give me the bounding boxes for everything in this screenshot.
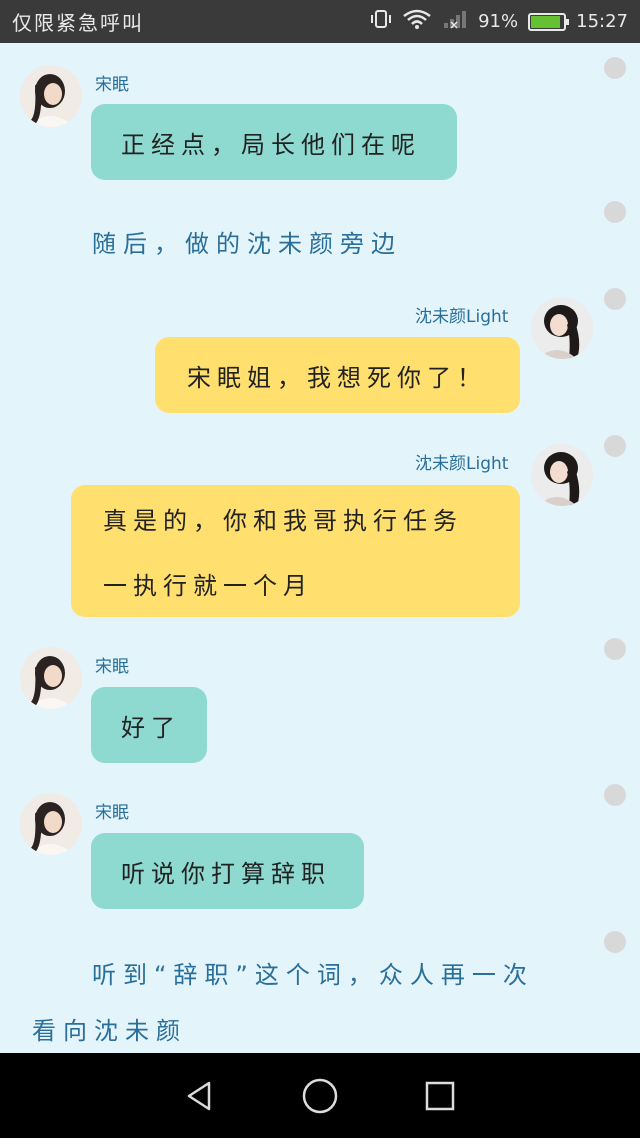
message-bubble[interactable]: 好了 [91,687,207,763]
sender-name: 宋眠 [95,657,129,677]
avatar-shenweiyan[interactable] [531,444,593,506]
sender-name: 沈未颜Light [415,454,509,474]
avatar-songmian[interactable] [20,647,82,709]
sender-name: 宋眠 [95,75,129,95]
message-marker-dot[interactable] [604,784,626,806]
message-text: 好了 [121,713,181,742]
sender-name: 沈未颜Light [415,307,509,327]
avatar-songmian[interactable] [20,793,82,855]
message-bubble[interactable]: 真是的，你和我哥执行任务 一执行就一个月 [71,485,520,617]
clock: 15:27 [576,11,628,32]
home-circle-icon[interactable] [300,1076,340,1116]
message-bubble[interactable]: 正经点，局长他们在呢 [91,104,457,180]
recents-square-icon[interactable] [420,1076,460,1116]
message-marker-dot[interactable] [604,435,626,457]
message-marker-dot[interactable] [604,57,626,79]
message-text-line: 一执行就一个月 [103,572,313,600]
message-marker-dot[interactable] [604,931,626,953]
narration-text-line: 看向沈未颜 [32,1017,187,1045]
message-marker-dot[interactable] [604,201,626,223]
message-marker-dot[interactable] [604,288,626,310]
sender-name: 宋眠 [95,803,129,823]
message-text-line: 真是的，你和我哥执行任务 [103,507,463,535]
message-marker-dot[interactable] [604,638,626,660]
vibrate-icon [370,8,392,35]
message-text: 听说你打算辞职 [121,859,331,888]
navigation-bar [0,1053,640,1138]
carrier-text: 仅限紧急呼叫 [12,11,144,35]
back-triangle-icon[interactable] [180,1076,220,1116]
status-bar: 仅限紧急呼叫 91% 15:27 [0,0,640,43]
message-bubble[interactable]: 宋眠姐，我想死你了！ [155,337,520,413]
battery-percent: 91% [478,11,519,32]
narration-text-line: 听到“辞职”这个词，众人再一次 [92,961,534,989]
signal-icon [442,8,468,35]
narration-text: 随后，做的沈未颜旁边 [92,230,402,258]
message-bubble[interactable]: 听说你打算辞职 [91,833,364,909]
chat-area[interactable]: 宋眠 正经点，局长他们在呢 随后，做的沈未颜旁边 沈未颜Light 宋眠姐，我想… [0,43,640,1053]
avatar-songmian[interactable] [20,65,82,127]
message-text: 宋眠姐，我想死你了！ [187,363,487,392]
wifi-icon [402,8,432,35]
avatar-shenweiyan[interactable] [531,297,593,359]
message-text: 正经点，局长他们在呢 [121,130,421,159]
battery-icon [528,12,570,31]
status-icons: 91% 15:27 [370,8,628,35]
